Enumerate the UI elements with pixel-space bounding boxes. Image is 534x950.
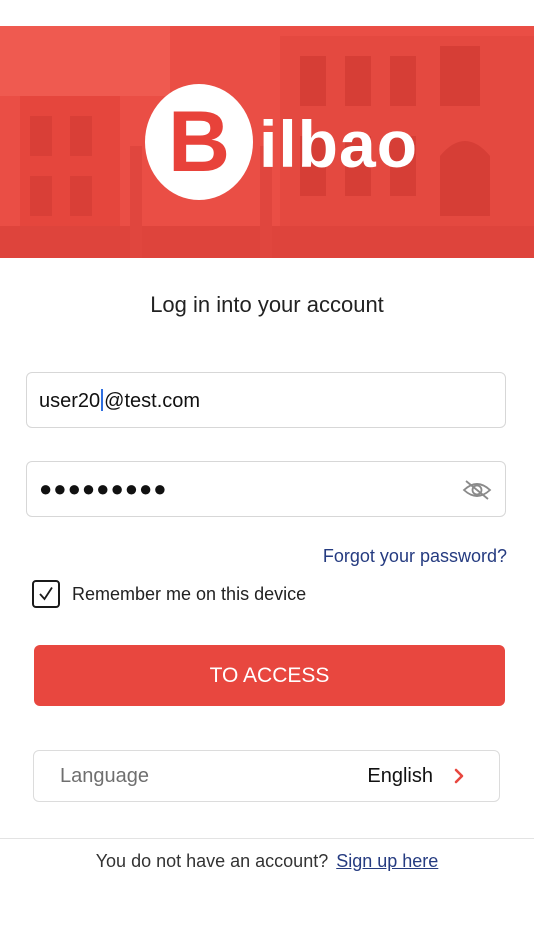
- header-banner: B ilbao: [0, 26, 534, 258]
- bilbao-logo: B ilbao: [145, 84, 418, 200]
- remember-me-label: Remember me on this device: [72, 583, 307, 604]
- logo-wordmark: ilbao: [259, 107, 419, 181]
- email-text-after-caret: @test.com: [104, 390, 201, 412]
- forgot-password-link[interactable]: Forgot your password?: [323, 546, 507, 567]
- chevron-right-icon: [454, 768, 464, 784]
- signup-link[interactable]: Sign up here: [336, 851, 438, 871]
- email-field[interactable]: user20 @test.com: [26, 372, 506, 428]
- remember-me-option[interactable]: Remember me on this device: [32, 580, 306, 608]
- signup-prompt-text: You do not have an account?: [95, 851, 329, 871]
- access-button[interactable]: TO ACCESS: [34, 645, 505, 706]
- remember-me-checkbox[interactable]: [32, 580, 60, 608]
- eye-slash-icon[interactable]: [461, 476, 493, 504]
- language-value: English: [367, 764, 433, 787]
- text-caret: [101, 389, 104, 411]
- language-label: Language: [60, 764, 149, 787]
- checkmark-icon: [39, 587, 53, 601]
- language-selector[interactable]: Language English: [33, 750, 500, 802]
- password-field[interactable]: ●●●●●●●●●: [26, 461, 506, 517]
- page-title: Log in into your account: [150, 292, 384, 317]
- logo-letter-circle: B: [145, 84, 253, 200]
- signup-prompt: You do not have an account? Sign up here: [0, 851, 534, 872]
- email-text-before-caret: user20: [39, 390, 101, 412]
- email-value[interactable]: user20 @test.com: [39, 389, 200, 413]
- footer-divider: [0, 838, 534, 839]
- password-value[interactable]: ●●●●●●●●●: [39, 476, 168, 502]
